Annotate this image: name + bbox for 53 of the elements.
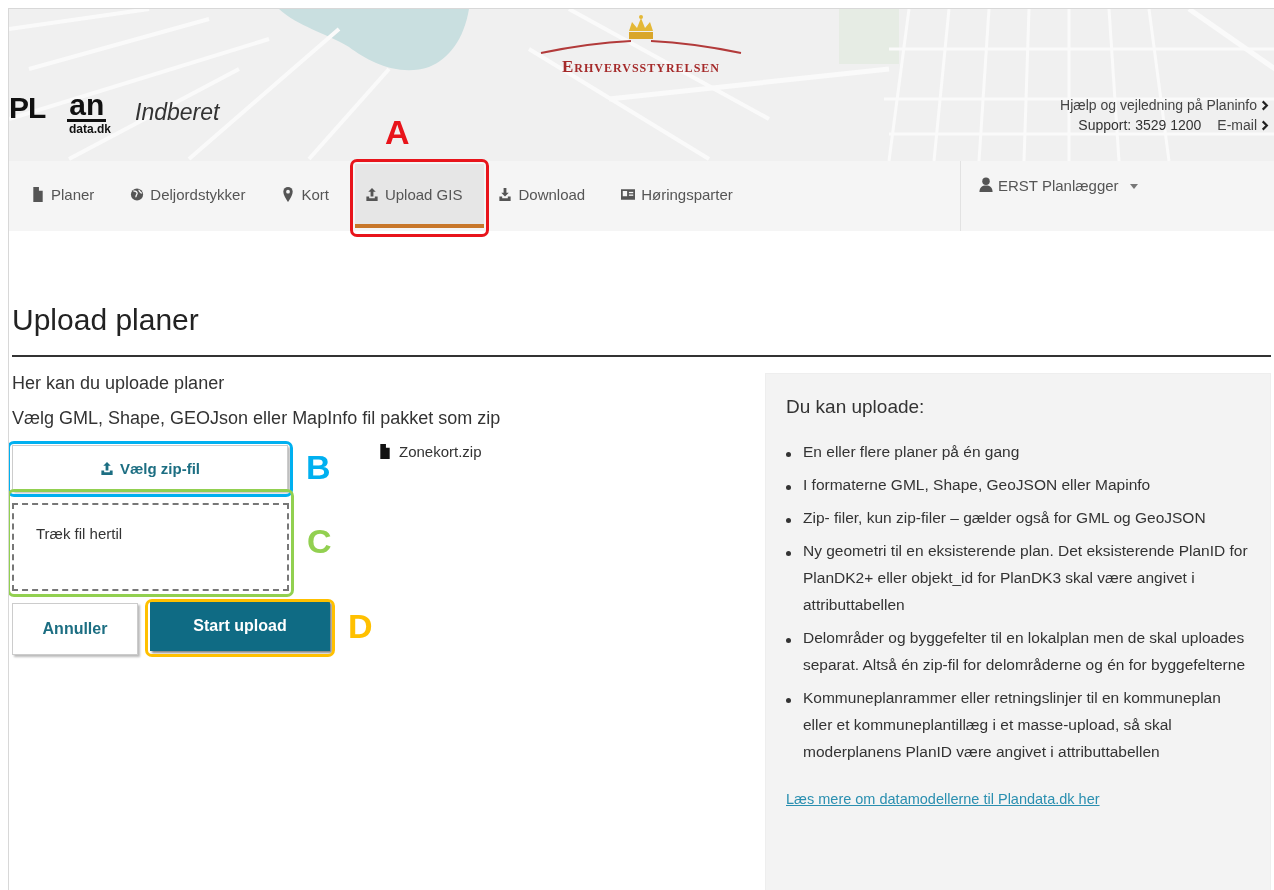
nav-tab[interactable]: Download — [488, 164, 608, 228]
email-link[interactable]: E-mail — [1217, 117, 1257, 133]
support-text: Support: 3529 1200 — [1078, 117, 1202, 133]
list-item-text: I formaterne GML, Shape, GeoJSON eller Mapinfo — [803, 475, 1151, 495]
callout-letter: A — [384, 115, 410, 149]
file-icon — [378, 444, 392, 459]
nav-tab[interactable]: Høringsparter — [611, 164, 755, 228]
intro-text: Vælg GML, Shape, GEOJson eller MapInfo fil pakket som zip — [12, 408, 502, 429]
list-item-text: Ny geometri til en eksisterende plan. Det eksisterende PlanID for PlanDK2+ eller objekt_id for PlanDK3 skal være angivet i attributtabellen — [803, 541, 1249, 615]
user-menu[interactable]: ERST Planlægger — [960, 161, 1274, 231]
caret-icon — [1129, 184, 1138, 189]
choose-file-button[interactable]: Vælg zip-fil — [12, 445, 288, 491]
bullet-icon — [786, 551, 791, 556]
file-name: Zonekort.zip — [399, 443, 482, 460]
bullet-icon — [786, 698, 791, 703]
app-name: Indberet — [135, 99, 220, 126]
list-item-text: En eller flere planer på én gang — [803, 442, 1020, 462]
crown-emblem-icon — [539, 15, 743, 55]
logo-text: data.dk — [69, 122, 111, 136]
upload-icon — [100, 460, 114, 476]
bullet-icon — [786, 518, 791, 523]
id-card-icon — [621, 186, 636, 202]
map-pin-icon — [281, 186, 296, 202]
globe-icon — [130, 186, 145, 202]
user-icon — [979, 177, 993, 192]
download-icon — [498, 186, 513, 202]
start-upload-button[interactable]: Start upload — [150, 601, 330, 651]
nav-tab[interactable]: Planer — [21, 164, 117, 228]
callout-letter: B — [306, 450, 331, 484]
callout-letter: C — [307, 524, 332, 558]
chevron-icon — [1261, 119, 1269, 131]
logo-text: an — [67, 91, 107, 122]
nav-tab[interactable]: Kort — [271, 164, 351, 228]
help-link[interactable]: Hjælp og vejledning på Planinfo — [1060, 97, 1257, 113]
chevron-icon — [1261, 99, 1269, 111]
nav-tab[interactable]: Deljordstykker — [120, 164, 268, 228]
list-item-text: Delområder og byggefelter til en lokalplan men de skal uploades separat. Altså én zip-fil for delområderne og én for byggefelterne — [803, 628, 1246, 675]
agency-logo-text: Erhvervsstyrelsen — [562, 57, 720, 77]
upload-icon — [364, 186, 379, 202]
callout-letter: D — [348, 609, 373, 643]
drop-zone[interactable]: Træk fil hertil — [12, 503, 289, 591]
logo-text: PL — [9, 94, 46, 122]
bullet-icon — [786, 638, 791, 643]
cancel-button[interactable]: Annuller — [12, 603, 138, 655]
bullet-icon — [786, 452, 791, 457]
file-icon — [31, 186, 45, 202]
list-item-text: Zip- filer, kun zip-filer – gælder også for GML og GeoJSON — [803, 508, 1206, 528]
list-item-text: Kommuneplanrammer eller retningslinjer til en kommuneplan eller et kommuneplantillæg i et masse-upload, så skal moderplanens PlanID være angivet i attributtabellen — [803, 688, 1222, 762]
intro-text: Her kan du uploade planer — [12, 373, 226, 394]
bullet-icon — [786, 485, 791, 490]
panel-title: Du kan uploade: — [786, 396, 926, 418]
nav-tab[interactable]: Upload GIS — [354, 164, 485, 228]
page-title: Upload planer — [12, 303, 200, 337]
